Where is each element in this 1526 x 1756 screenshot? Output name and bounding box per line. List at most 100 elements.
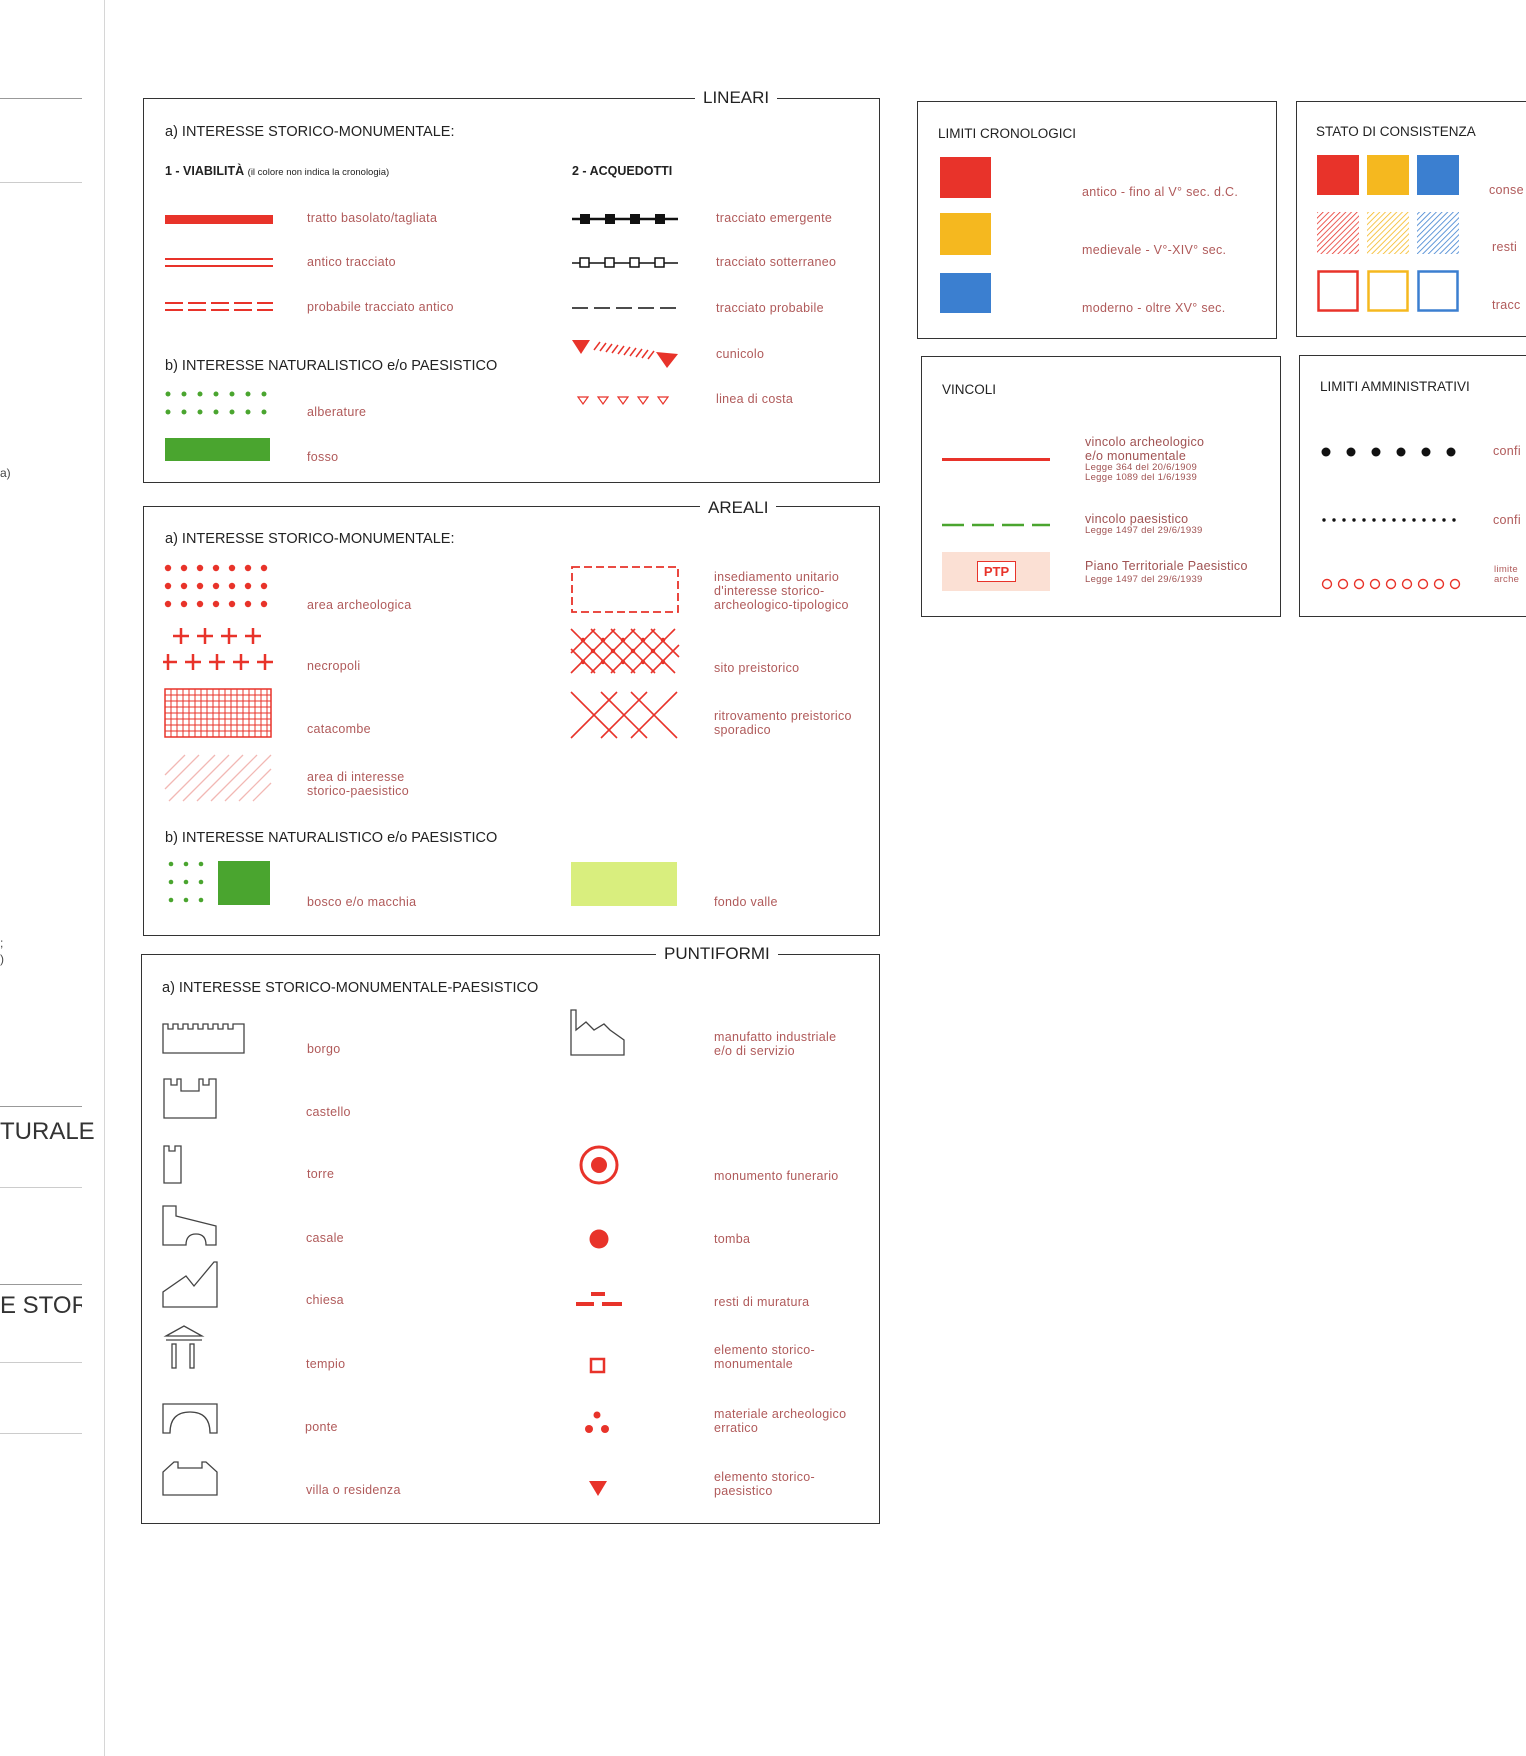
- swatch-vincolo-paesistico: [942, 523, 1050, 527]
- swatch-medievale: [940, 213, 991, 255]
- left-rule: [0, 1362, 82, 1363]
- left-rule: [0, 1187, 82, 1188]
- puntiformi-section-a: a) INTERESSE STORICO-MONUMENTALE-PAESIST…: [162, 980, 539, 996]
- legend-label: catacombe: [307, 722, 371, 736]
- legend-label: ponte: [305, 1420, 338, 1434]
- stato-consistenza-title: STATO DI CONSISTENZA: [1316, 124, 1476, 139]
- left-rule: [0, 1433, 82, 1434]
- legend-label: insediamento unitario d'interesse storico…: [714, 570, 849, 612]
- legend-label: fosso: [307, 450, 339, 464]
- areali-section-b: b) INTERESSE NATURALISTICO e/o PAESISTIC…: [165, 830, 498, 846]
- swatch-moderno: [940, 273, 991, 313]
- left-rule: [0, 1284, 82, 1285]
- legend-label: tracciato probabile: [716, 301, 824, 315]
- legend-label: vincolo archeologico e/o monumentale: [1085, 435, 1205, 463]
- swatch-alberature: [165, 391, 267, 415]
- legend-label: tratto basolato/tagliata: [307, 211, 438, 225]
- left-rule: [0, 182, 82, 183]
- swatch-fosso: [165, 438, 270, 461]
- legend-label: tracc: [1492, 298, 1521, 312]
- legend-label: alberature: [307, 405, 367, 419]
- left-fragment: a): [0, 466, 11, 480]
- materiale-archeologico-icon: [585, 1411, 609, 1433]
- swatch-tracciato-sotterraneo: [572, 257, 678, 268]
- monumento-funerario-icon: [579, 1145, 619, 1185]
- legend-label: necropoli: [307, 659, 361, 673]
- swatch-yellow: [1367, 155, 1409, 195]
- swatch-sito-preistorico: [570, 628, 680, 674]
- vincoli-title: VINCOLI: [942, 382, 997, 397]
- left-heading[interactable]: TURALE: [0, 1118, 95, 1146]
- legend-label: moderno - oltre XV° sec.: [1082, 301, 1226, 315]
- swatch-vincolo-archeologico: [942, 458, 1050, 461]
- legend-label: monumento funerario: [714, 1169, 839, 1183]
- left-rule: [0, 98, 82, 99]
- legend-label: chiesa: [306, 1293, 344, 1307]
- legend-label: materiale archeologico erratico: [714, 1407, 847, 1435]
- legend-label: conse: [1489, 183, 1524, 197]
- swatch-limite-archeologico: [1321, 578, 1461, 590]
- legend-label: probabile tracciato antico: [307, 300, 454, 314]
- swatch-red: [1317, 155, 1359, 195]
- legend-label: linea di costa: [716, 392, 794, 406]
- limiti-amministrativi-title: LIMITI AMMINISTRATIVI: [1320, 379, 1470, 394]
- swatch-area-archeologica: [164, 564, 268, 608]
- legend-label: manufatto industriale e/o di servizio: [714, 1030, 837, 1058]
- swatch-confine-dotted: [1322, 518, 1456, 522]
- legend-label: antico tracciato: [307, 255, 396, 269]
- legend-label: confi: [1493, 513, 1521, 527]
- swatch-probabile-tracciato: [165, 302, 273, 311]
- viabilita-heading: 1 - VIABILITÀ (il colore non indica la c…: [165, 164, 390, 178]
- legend-label-small: Legge 1497 del 29/6/1939: [1085, 574, 1203, 585]
- swatch-area-storico-paesistico: [164, 754, 272, 802]
- torre-icon: [163, 1145, 182, 1184]
- legend-label: Piano Territoriale Paesistico: [1085, 559, 1248, 573]
- left-panel-divider: [104, 0, 105, 1756]
- elemento-storico-monumentale-icon: [589, 1357, 606, 1374]
- legend-label: tracciato sotterraneo: [716, 255, 837, 269]
- legend-label: tomba: [714, 1232, 751, 1246]
- left-fragment: ): [0, 952, 4, 966]
- swatch-blue: [1417, 155, 1459, 195]
- legend-label: resti di muratura: [714, 1295, 810, 1309]
- swatch-antico: [940, 157, 991, 198]
- swatch-fondo-valle: [571, 862, 677, 906]
- left-heading[interactable]: E STORI(: [0, 1292, 82, 1320]
- swatch-confine-bold: [1321, 447, 1456, 457]
- legend-label: borgo: [307, 1042, 341, 1056]
- swatch-hatched-row: [1317, 212, 1459, 254]
- legend-label: torre: [307, 1167, 335, 1181]
- swatch-linea-di-costa: [576, 396, 670, 406]
- casale-icon: [162, 1205, 217, 1246]
- ptp-badge: PTP: [977, 561, 1016, 582]
- legend-label: elemento storico-paesistico: [714, 1470, 815, 1498]
- swatch-insediamento-unitario: [571, 566, 679, 613]
- legend-label: resti: [1492, 240, 1518, 254]
- lineari-section-a: a) INTERESSE STORICO-MONUMENTALE:: [165, 124, 455, 140]
- limiti-cronologici-title: LIMITI CRONOLOGICI: [938, 126, 1077, 141]
- legend-label: sito preistorico: [714, 661, 800, 675]
- legend-label: medievale - V°-XIV° sec.: [1082, 243, 1227, 257]
- ponte-icon: [162, 1403, 218, 1434]
- swatch-ritrovamento-preistorico: [570, 691, 678, 739]
- swatch-bosco-macchia: [168, 861, 270, 905]
- legend-label-small: Legge 364 del 20/6/1909 Legge 1089 del 1/…: [1085, 462, 1198, 483]
- swatch-cunicolo: [572, 340, 678, 368]
- chiesa-icon: [162, 1261, 218, 1308]
- left-fragment: ;: [0, 936, 4, 950]
- legend-label: cunicolo: [716, 347, 765, 361]
- swatch-necropoli: [163, 628, 273, 670]
- areali-title: AREALI: [700, 498, 777, 518]
- lineari-section-b: b) INTERESSE NATURALISTICO e/o PAESISTIC…: [165, 358, 498, 374]
- borgo-icon: [162, 1023, 245, 1054]
- swatch-tratto-basolato: [165, 215, 273, 224]
- left-rule: [0, 1106, 82, 1107]
- tempio-icon: [163, 1325, 205, 1369]
- legend-label: confi: [1493, 444, 1521, 458]
- swatch-catacombe: [164, 688, 272, 738]
- legend-label-small: Legge 1497 del 29/6/1939: [1085, 525, 1203, 536]
- castello-icon: [163, 1078, 217, 1119]
- swatch-tracciato-emergente: [572, 214, 678, 224]
- legend-label: limite arche: [1494, 564, 1520, 585]
- swatch-antico-tracciato: [165, 258, 273, 260]
